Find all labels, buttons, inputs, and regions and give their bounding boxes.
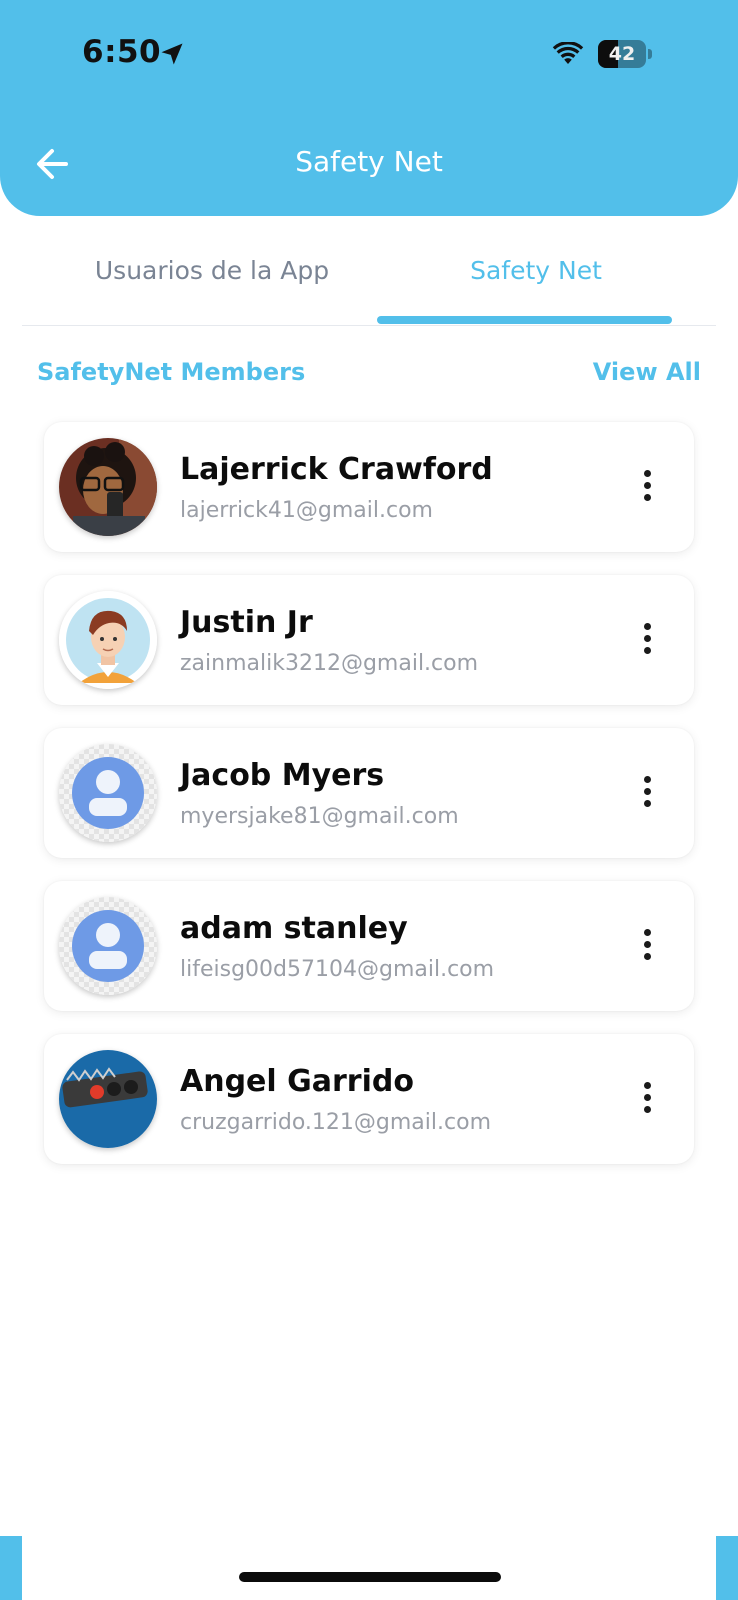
more-options-button[interactable] <box>638 619 658 659</box>
member-name: adam stanley <box>180 911 408 946</box>
avatar[interactable] <box>59 744 157 842</box>
member-email: lajerrick41@gmail.com <box>180 498 433 523</box>
bottom-edge-right <box>716 1536 738 1600</box>
member-name: Justin Jr <box>180 605 313 640</box>
location-arrow-icon <box>161 43 183 65</box>
member-email: lifeisg00d57104@gmail.com <box>180 957 495 982</box>
section-title: SafetyNet Members <box>37 358 306 386</box>
more-options-button[interactable] <box>638 466 658 506</box>
member-email: myersjake81@gmail.com <box>180 804 459 829</box>
bottom-edge-left <box>0 1536 22 1600</box>
member-list: Lajerrick Crawford lajerrick41@gmail.com <box>44 422 694 1187</box>
member-email: zainmalik3212@gmail.com <box>180 651 479 676</box>
tab-safety-net[interactable]: Safety Net <box>378 246 694 296</box>
avatar[interactable] <box>59 591 157 689</box>
battery-icon: 42 <box>598 40 652 68</box>
app-header: 6:50 42 Safety Net <box>0 0 738 216</box>
default-user-icon <box>59 744 157 842</box>
traffic-light-icon <box>59 1050 157 1148</box>
member-name: Jacob Myers <box>180 758 385 793</box>
member-name: Angel Garrido <box>180 1064 414 1099</box>
member-card[interactable]: Lajerrick Crawford lajerrick41@gmail.com <box>44 422 694 552</box>
avatar[interactable] <box>59 438 157 536</box>
avatar-photo-icon <box>59 438 157 536</box>
member-card[interactable]: adam stanley lifeisg00d57104@gmail.com <box>44 881 694 1011</box>
wifi-icon <box>552 42 584 64</box>
more-options-button[interactable] <box>638 1078 658 1118</box>
member-card[interactable]: Jacob Myers myersjake81@gmail.com <box>44 728 694 858</box>
avatar[interactable] <box>59 897 157 995</box>
view-all-link[interactable]: View All <box>593 358 701 386</box>
more-options-button[interactable] <box>638 925 658 965</box>
more-options-button[interactable] <box>638 772 658 812</box>
member-card[interactable]: Angel Garrido cruzgarrido.121@gmail.com <box>44 1034 694 1164</box>
avatar-cartoon-icon <box>59 591 157 689</box>
member-email: cruzgarrido.121@gmail.com <box>180 1110 491 1135</box>
active-tab-indicator <box>377 316 672 324</box>
member-name: Lajerrick Crawford <box>180 452 493 487</box>
tab-bar: Usuarios de la App Safety Net <box>22 220 716 326</box>
page-title: Safety Net <box>295 145 443 178</box>
status-time: 6:50 <box>82 34 162 70</box>
tab-app-users[interactable]: Usuarios de la App <box>52 246 372 296</box>
avatar[interactable] <box>59 1050 157 1148</box>
home-indicator[interactable] <box>239 1572 501 1582</box>
default-user-icon <box>59 897 157 995</box>
screen: 6:50 42 Safety Net Usuarios de la App Sa… <box>0 0 738 1600</box>
battery-level: 42 <box>608 43 636 65</box>
member-card[interactable]: Justin Jr zainmalik3212@gmail.com <box>44 575 694 705</box>
